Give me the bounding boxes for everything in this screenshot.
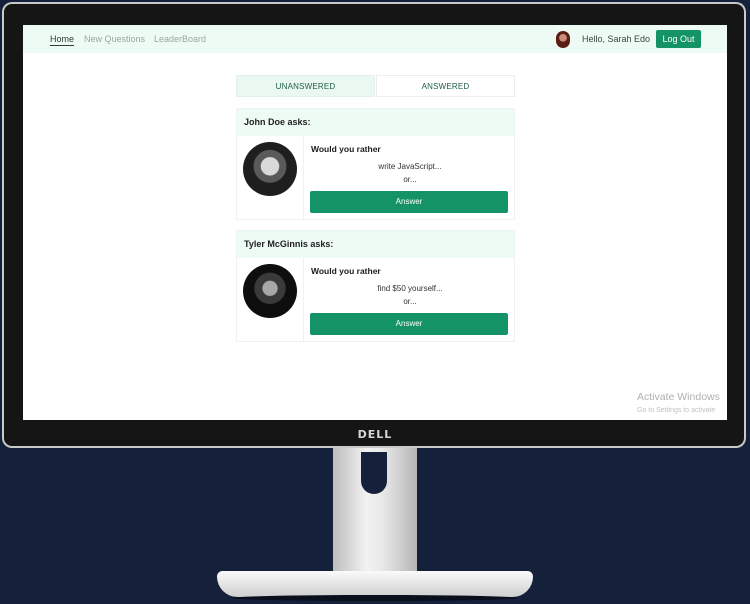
- avatar-column: [237, 258, 304, 341]
- answer-button[interactable]: Answer: [310, 191, 508, 213]
- activate-windows-title: Activate Windows: [637, 391, 720, 403]
- question-option: write JavaScript...: [378, 162, 442, 171]
- monitor-brand-logo: DELL: [357, 428, 393, 441]
- activate-windows-subtitle: Go to Settings to activate: [637, 407, 716, 414]
- author-avatar: [243, 264, 297, 318]
- question-prompt: Would you rather: [311, 266, 381, 276]
- question-card: Tyler McGinnis asks: Would you rather fi…: [236, 230, 515, 342]
- author-avatar: [243, 142, 297, 196]
- avatar-column: [237, 136, 304, 219]
- tab-answered[interactable]: ANSWERED: [376, 75, 515, 97]
- question-option: find $50 yourself...: [377, 284, 443, 293]
- question-author: John Doe asks:: [237, 109, 514, 136]
- user-greeting: Hello, Sarah Edo: [582, 34, 651, 44]
- question-body: Would you rather find $50 yourself... or…: [237, 258, 514, 341]
- nav-new-questions-link[interactable]: New Questions: [84, 33, 145, 45]
- question-prompt: Would you rather: [311, 144, 381, 154]
- monitor-stand-slot: [361, 452, 387, 494]
- logout-button[interactable]: Log Out: [656, 30, 701, 48]
- monitor-stand-shadow: [232, 595, 518, 601]
- question-or: or...: [403, 297, 417, 306]
- navbar: Home New Questions LeaderBoard Hello, Sa…: [23, 25, 727, 53]
- app-screen: Home New Questions LeaderBoard Hello, Sa…: [23, 25, 727, 420]
- user-avatar: [556, 31, 570, 48]
- nav-leaderboard-link[interactable]: LeaderBoard: [154, 33, 206, 45]
- question-body: Would you rather write JavaScript... or.…: [237, 136, 514, 219]
- question-or: or...: [403, 175, 417, 184]
- monitor-stand-base: [217, 571, 533, 597]
- tab-unanswered[interactable]: UNANSWERED: [236, 75, 375, 97]
- nav-home-link[interactable]: Home: [50, 33, 75, 46]
- question-card: John Doe asks: Would you rather write Ja…: [236, 108, 515, 220]
- question-author: Tyler McGinnis asks:: [237, 231, 514, 258]
- answer-button[interactable]: Answer: [310, 313, 508, 335]
